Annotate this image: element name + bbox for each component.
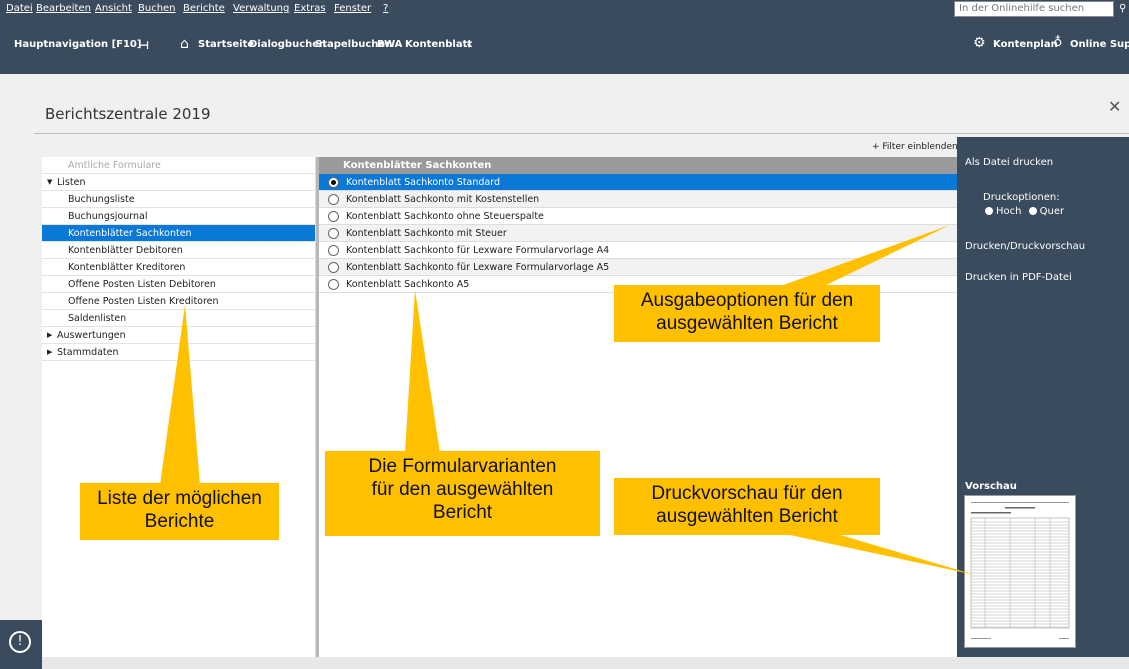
- callout-line: ausgewählten Bericht: [656, 506, 838, 527]
- pointer-liste: [160, 305, 200, 485]
- callout-line: Berichte: [144, 511, 215, 532]
- callout-formularvarianten: Die Formularvarianten für den ausgewählt…: [325, 451, 600, 536]
- callout-pointers: [160, 225, 975, 575]
- status-bar: [0, 657, 1129, 669]
- callout-line: Liste der möglichen: [97, 488, 262, 509]
- callout-line: ausgewählten Bericht: [656, 313, 838, 334]
- pointer-formular: [405, 290, 440, 453]
- callout-line: Bericht: [432, 502, 493, 523]
- callout-line: für den ausgewählten: [371, 479, 554, 500]
- alert-icon[interactable]: !: [9, 631, 31, 653]
- callout-druckvorschau: Druckvorschau für den ausgewählten Beric…: [614, 478, 880, 535]
- callout-line: Die Formularvarianten: [368, 456, 557, 477]
- callout-line: Ausgabeoptionen für den: [640, 290, 854, 311]
- callout-line: Druckvorschau für den: [651, 483, 843, 504]
- pointer-ausgabe: [775, 225, 950, 288]
- callout-ausgabeoptionen: Ausgabeoptionen für den ausgewählten Ber…: [614, 285, 880, 342]
- callout-liste: Liste der möglichen Berichte: [80, 483, 279, 540]
